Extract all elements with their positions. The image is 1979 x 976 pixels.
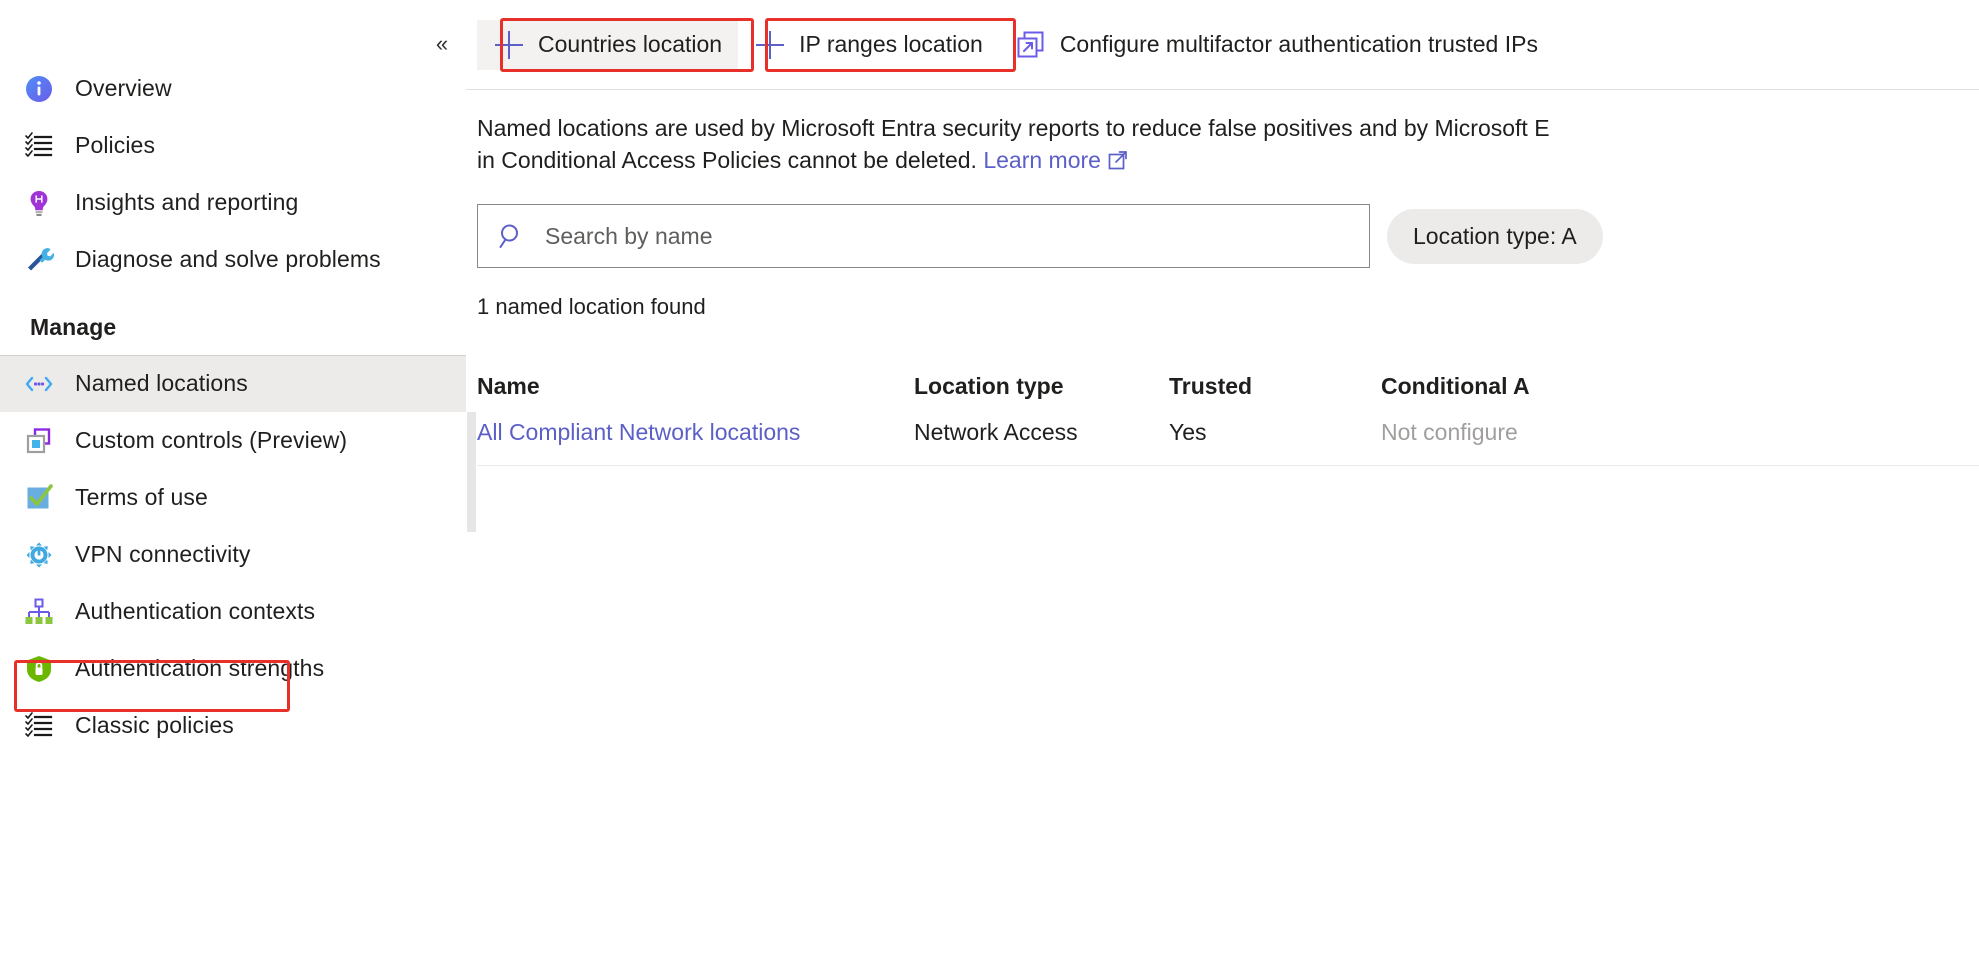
cell-trusted: Yes [1169, 419, 1207, 445]
double-chevron-left-icon: « [435, 31, 449, 56]
search-icon [495, 219, 529, 253]
sidebar-item-terms-of-use[interactable]: Terms of use [0, 469, 466, 526]
scrollbar-thumb[interactable] [467, 412, 476, 532]
checklist-icon [22, 709, 56, 743]
sidebar: « Overview Policies Insights and reporti… [0, 0, 466, 976]
sidebar-item-authentication-strengths[interactable]: Authentication strengths [0, 640, 466, 697]
table-header-row: Name Location type Trusted Conditional A [477, 356, 1979, 400]
column-header-location-type[interactable]: Location type [914, 373, 1169, 400]
description-line-2-wrapper: in Conditional Access Policies cannot be… [477, 144, 1979, 178]
sidebar-nav-list: Overview Policies Insights and reporting… [0, 0, 466, 754]
plus-icon [754, 29, 786, 61]
sidebar-section-manage: Manage [30, 314, 117, 340]
search-input[interactable] [543, 221, 1369, 251]
custom-controls-icon [22, 424, 56, 458]
named-location-link[interactable]: All Compliant Network locations [477, 419, 800, 445]
filter-row: Location type: A [466, 204, 1979, 268]
info-icon [22, 72, 56, 106]
sidebar-item-label: Authentication contexts [75, 598, 316, 624]
sidebar-item-insights-and-reporting[interactable]: Insights and reporting [0, 174, 466, 231]
configure-trusted-ips-button[interactable]: Configure multifactor authentication tru… [999, 20, 1554, 70]
terms-of-use-icon [22, 481, 56, 515]
sidebar-item-vpn-connectivity[interactable]: VPN connectivity [0, 526, 466, 583]
sidebar-item-label: Named locations [75, 370, 248, 396]
sidebar-item-authentication-contexts[interactable]: Authentication contexts [0, 583, 466, 640]
table-row[interactable]: All Compliant Network locations Network … [477, 400, 1979, 466]
search-box[interactable] [477, 204, 1370, 268]
sidebar-item-label: Policies [75, 132, 156, 158]
description-line-1: Named locations are used by Microsoft En… [477, 115, 1550, 141]
learn-more-link[interactable]: Learn more [983, 147, 1128, 173]
learn-more-label: Learn more [983, 147, 1101, 173]
named-locations-table: Name Location type Trusted Conditional A… [466, 356, 1979, 466]
sidebar-item-label: Terms of use [75, 484, 208, 510]
result-count: 1 named location found [477, 294, 706, 319]
vpn-gear-icon [22, 538, 56, 572]
ip-ranges-location-label: IP ranges location [799, 31, 983, 57]
cell-conditional-access: Not configure [1381, 419, 1518, 445]
sidebar-item-classic-policies[interactable]: Classic policies [0, 697, 466, 754]
column-header-trusted[interactable]: Trusted [1169, 373, 1381, 400]
sidebar-item-policies[interactable]: Policies [0, 117, 466, 174]
location-type-filter-label: Location type: A [1413, 222, 1577, 249]
wrench-screwdriver-icon [22, 243, 56, 277]
sidebar-item-label: Custom controls (Preview) [75, 427, 348, 453]
collapse-sidebar-button[interactable]: « [425, 27, 459, 61]
named-locations-icon [22, 367, 56, 401]
external-link-icon [1108, 146, 1128, 178]
countries-location-button[interactable]: Countries location [477, 19, 739, 70]
configure-trusted-ips-label: Configure multifactor authentication tru… [1059, 31, 1538, 57]
lightbulb-icon [22, 186, 56, 220]
sidebar-item-label: Overview [75, 75, 172, 101]
sidebar-item-label: Diagnose and solve problems [75, 246, 381, 272]
named-locations-page: « Overview Policies Insights and reporti… [0, 0, 1979, 976]
ip-ranges-location-button[interactable]: IP ranges location [738, 20, 999, 70]
description-block: Named locations are used by Microsoft En… [466, 90, 1979, 178]
column-header-name[interactable]: Name [477, 373, 914, 400]
auth-contexts-icon [22, 595, 56, 629]
location-type-filter[interactable]: Location type: A [1387, 208, 1603, 264]
cell-name: All Compliant Network locations [477, 419, 914, 446]
sidebar-item-named-locations[interactable]: Named locations [0, 355, 466, 412]
main-content: Countries location IP ranges location Co… [466, 0, 1979, 976]
command-bar: Countries location IP ranges location Co… [466, 0, 1979, 90]
countries-location-label: Countries location [538, 31, 723, 57]
cell-location-type: Network Access [914, 419, 1078, 445]
open-in-new-window-icon [1015, 29, 1047, 61]
column-header-conditional-access[interactable]: Conditional A [1381, 373, 1781, 400]
sidebar-item-overview[interactable]: Overview [0, 60, 466, 117]
checklist-icon [22, 129, 56, 163]
sidebar-item-label: Insights and reporting [75, 189, 299, 215]
content-scrollbar[interactable] [466, 92, 477, 976]
description-line-2: in Conditional Access Policies cannot be… [477, 147, 977, 173]
sidebar-item-label: VPN connectivity [75, 541, 251, 567]
shield-lock-icon [22, 652, 56, 686]
sidebar-item-label: Classic policies [75, 712, 234, 738]
sidebar-item-custom-controls[interactable]: Custom controls (Preview) [0, 412, 466, 469]
sidebar-item-diagnose-and-solve-problems[interactable]: Diagnose and solve problems [0, 231, 466, 288]
sidebar-item-label: Authentication strengths [75, 655, 325, 681]
plus-icon [493, 29, 525, 61]
